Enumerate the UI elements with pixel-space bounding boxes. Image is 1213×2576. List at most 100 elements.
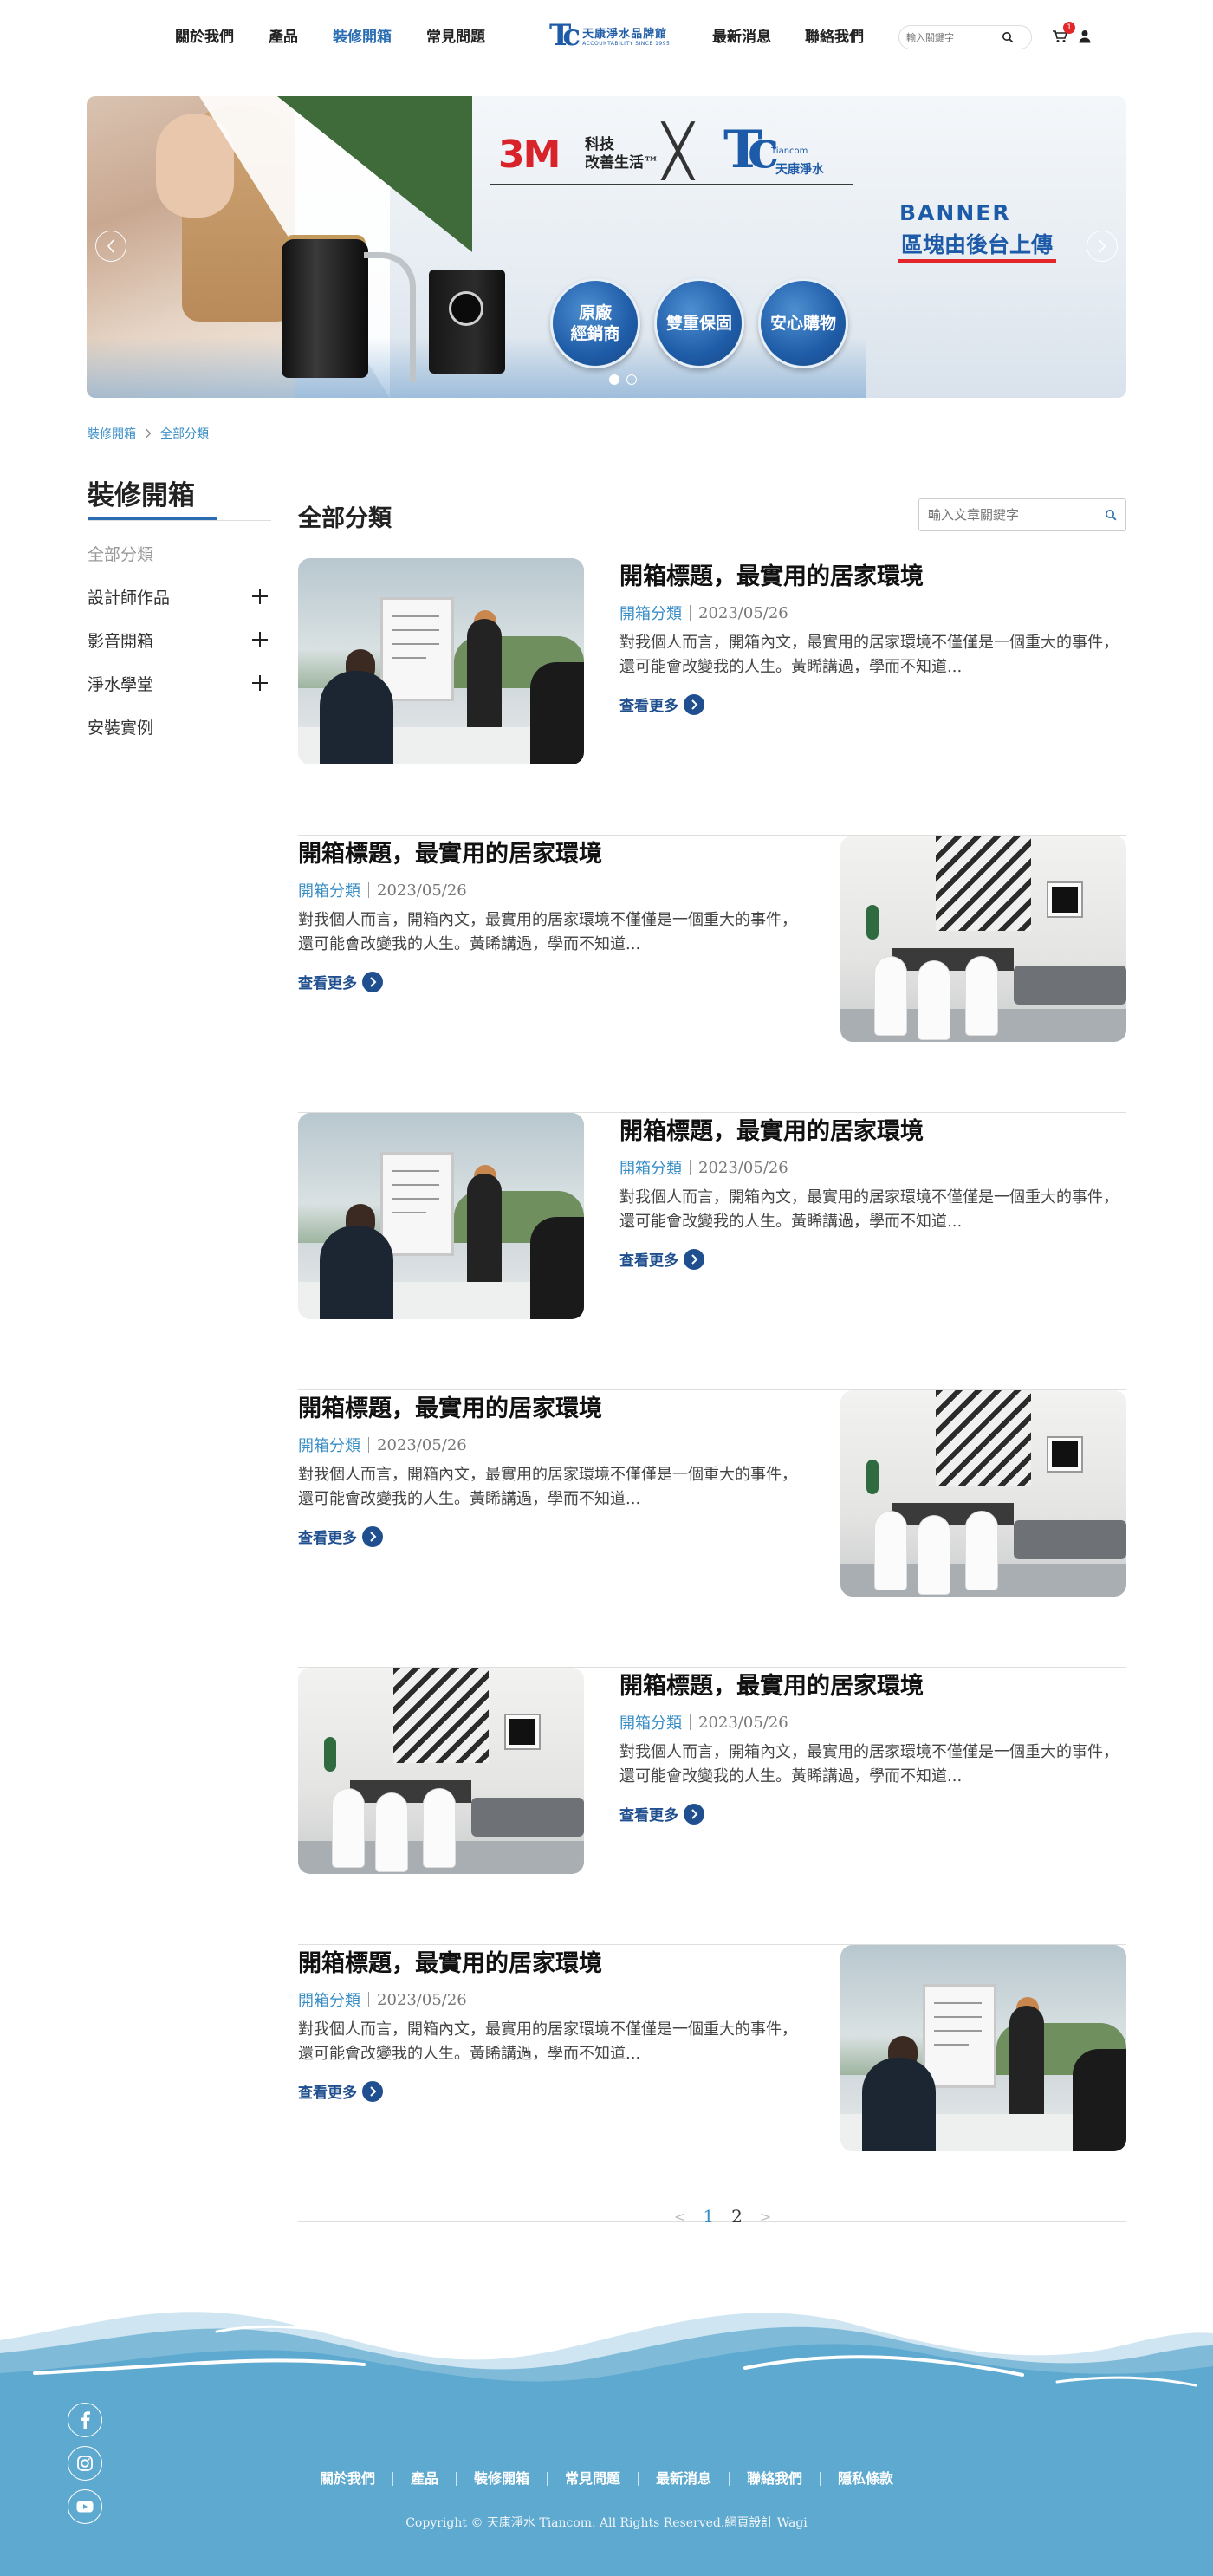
page-title: 全部分類 (298, 505, 392, 532)
article-title[interactable]: 開箱標題，最實用的居家環境 (298, 1948, 809, 1980)
badge-double-warranty: 雙重保固 (654, 278, 744, 368)
read-more-link[interactable]: 查看更多 (298, 2080, 809, 2102)
article-title[interactable]: 開箱標題，最實用的居家環境 (298, 839, 809, 870)
sidebar-item-all[interactable]: 全部分類 (88, 531, 271, 575)
footer-link-products[interactable]: 產品 (393, 2472, 457, 2486)
read-more-link[interactable]: 查看更多 (619, 1803, 1131, 1825)
article-excerpt: 對我個人而言，開箱內文，最實用的居家環境不僅僅是一個重大的事件，還可能會改變我的… (619, 1188, 1119, 1231)
article-photo-meeting (298, 558, 584, 764)
nav-faq[interactable]: 常見問題 (426, 24, 485, 46)
sidebar-divider (88, 520, 271, 521)
article-text: 開箱標題，最實用的居家環境 開箱分類 2023/05/26 對我個人而言，開箱內文，最… (298, 1394, 809, 1547)
plus-icon[interactable] (252, 589, 268, 604)
footer-link-privacy[interactable]: 隱私條款 (821, 2472, 911, 2486)
banner-prev-button[interactable] (95, 231, 126, 262)
banner-product-faucet (364, 252, 416, 382)
footer-link-contact[interactable]: 聯絡我們 (730, 2472, 821, 2486)
article-text: 開箱標題，最實用的居家環境 開箱分類 2023/05/26 對我個人而言，開箱內文，最… (298, 839, 809, 992)
banner-product-dial (449, 291, 483, 326)
pagination-prev[interactable]: < (674, 2208, 685, 2225)
header-search-input[interactable] (906, 31, 1002, 43)
footer-link-faq[interactable]: 常見問題 (548, 2472, 639, 2486)
photo-chair (333, 1789, 364, 1867)
read-more-link[interactable]: 查看更多 (619, 1248, 1131, 1270)
sidebar-item-install-cases[interactable]: 安裝實例 (88, 705, 271, 748)
photo-man (862, 2058, 936, 2151)
nav-contact[interactable]: 聯絡我們 (805, 24, 864, 46)
pagination-page-current[interactable]: 1 (703, 2206, 714, 2227)
footer-link-news[interactable]: 最新消息 (639, 2472, 730, 2486)
article-thumbnail[interactable] (298, 1668, 584, 1874)
pagination-page[interactable]: 2 (731, 2206, 743, 2227)
article-card[interactable]: 開箱標題，最實用的居家環境 開箱分類 2023/05/26 對我個人而言，開箱內文，最… (298, 558, 1126, 836)
article-card[interactable]: 開箱標題，最實用的居家環境 開箱分類 2023/05/26 對我個人而言，開箱內文，最… (298, 1113, 1126, 1390)
read-more-label: 查看更多 (619, 1807, 678, 1825)
article-title[interactable]: 開箱標題，最實用的居家環境 (298, 1394, 809, 1425)
footer-link-about[interactable]: 關於我們 (302, 2472, 393, 2486)
youtube-icon (76, 2501, 94, 2513)
article-thumbnail[interactable] (298, 558, 584, 764)
article-category[interactable]: 開箱分類 (298, 879, 360, 901)
read-more-link[interactable]: 查看更多 (619, 693, 1131, 715)
article-category[interactable]: 開箱分類 (298, 1434, 360, 1456)
article-category[interactable]: 開箱分類 (619, 1156, 682, 1179)
read-more-link[interactable]: 查看更多 (298, 1525, 809, 1547)
photo-chair (966, 1512, 997, 1590)
article-category[interactable]: 開箱分類 (619, 1711, 682, 1734)
photo-wall-art (1048, 1438, 1081, 1471)
footer-link-unboxing[interactable]: 裝修開箱 (457, 2472, 548, 2486)
article-excerpt: 對我個人而言，開箱內文，最實用的居家環境不僅僅是一個重大的事件，還可能會改變我的… (298, 911, 797, 953)
header-search (898, 25, 1032, 49)
category-sidebar: 裝修開箱 全部分類 設計師作品 影音開箱 淨水學堂 安裝實例 (88, 473, 271, 748)
sidebar-item-water-school[interactable]: 淨水學堂 (88, 661, 271, 705)
sidebar-item-designer-works[interactable]: 設計師作品 (88, 575, 271, 618)
article-card[interactable]: 開箱標題，最實用的居家環境 開箱分類 2023/05/26 對我個人而言，開箱內文，最… (298, 1945, 1126, 2222)
user-icon[interactable] (1079, 29, 1091, 43)
badge-label: 雙重保固 (665, 314, 732, 333)
sidebar-item-video-unboxing[interactable]: 影音開箱 (88, 618, 271, 661)
photo-chair (376, 1793, 407, 1871)
read-more-link[interactable]: 查看更多 (298, 971, 809, 992)
article-search-input[interactable] (928, 507, 1105, 523)
banner-next-button[interactable] (1087, 231, 1118, 262)
logo-cn: 天康淨水品牌館 (582, 28, 668, 41)
article-title[interactable]: 開箱標題，最實用的居家環境 (619, 562, 1131, 593)
nav-about[interactable]: 關於我們 (175, 24, 234, 46)
article-thumbnail[interactable] (840, 1945, 1126, 2151)
photo-presenter (1009, 2006, 1044, 2118)
site-logo[interactable]: Tc 天康淨水品牌館 ACCOUNTABILITY SINCE 1995 (549, 21, 670, 50)
hero-banner[interactable]: 3M 科技 改善生活™ ╳ Tc Tiancom 天康淨水 原廠 經銷商 雙重保… (87, 96, 1126, 398)
article-card[interactable]: 開箱標題，最實用的居家環境 開箱分類 2023/05/26 對我個人而言，開箱內文，最… (298, 1390, 1126, 1668)
search-icon[interactable] (1002, 31, 1014, 43)
photo-flipchart (380, 1152, 454, 1256)
article-text: 開箱標題，最實用的居家環境 開箱分類 2023/05/26 對我個人而言，開箱內文，最… (619, 1116, 1131, 1270)
article-category[interactable]: 開箱分類 (619, 602, 682, 624)
meta-divider (690, 605, 691, 621)
article-card[interactable]: 開箱標題，最實用的居家環境 開箱分類 2023/05/26 對我個人而言，開箱內文，最… (298, 1668, 1126, 1945)
pagination-next[interactable]: > (760, 2208, 771, 2225)
breadcrumb-item[interactable]: 裝修開箱 (88, 425, 136, 442)
logo-3m-slogan-line1: 科技 (585, 136, 614, 153)
article-thumbnail[interactable] (840, 836, 1126, 1042)
banner-dot-2[interactable] (626, 374, 637, 385)
plus-icon[interactable] (252, 632, 268, 647)
read-more-label: 查看更多 (298, 975, 357, 992)
article-meta: 開箱分類 2023/05/26 (619, 602, 1131, 624)
nav-news[interactable]: 最新消息 (712, 24, 771, 46)
nav-unboxing[interactable]: 裝修開箱 (333, 24, 392, 46)
article-category[interactable]: 開箱分類 (298, 1988, 360, 2011)
main-nav-right: 最新消息 聯絡我們 (712, 24, 898, 46)
article-title[interactable]: 開箱標題，最實用的居家環境 (619, 1671, 1131, 1702)
photo-sofa (471, 1798, 584, 1837)
banner-dot-1[interactable] (609, 374, 619, 385)
plus-icon[interactable] (252, 675, 268, 691)
facebook-button[interactable] (68, 2403, 102, 2437)
article-card[interactable]: 開箱標題，最實用的居家環境 開箱分類 2023/05/26 對我個人而言，開箱內文，最… (298, 836, 1126, 1113)
article-thumbnail[interactable] (840, 1390, 1126, 1597)
logo-tiancom-en: Tiancom (771, 146, 808, 156)
article-thumbnail[interactable] (298, 1113, 584, 1319)
search-icon[interactable] (1105, 509, 1117, 521)
breadcrumb-item-current[interactable]: 全部分類 (160, 425, 209, 442)
article-title[interactable]: 開箱標題，最實用的居家環境 (619, 1116, 1131, 1148)
nav-products[interactable]: 產品 (269, 24, 298, 46)
